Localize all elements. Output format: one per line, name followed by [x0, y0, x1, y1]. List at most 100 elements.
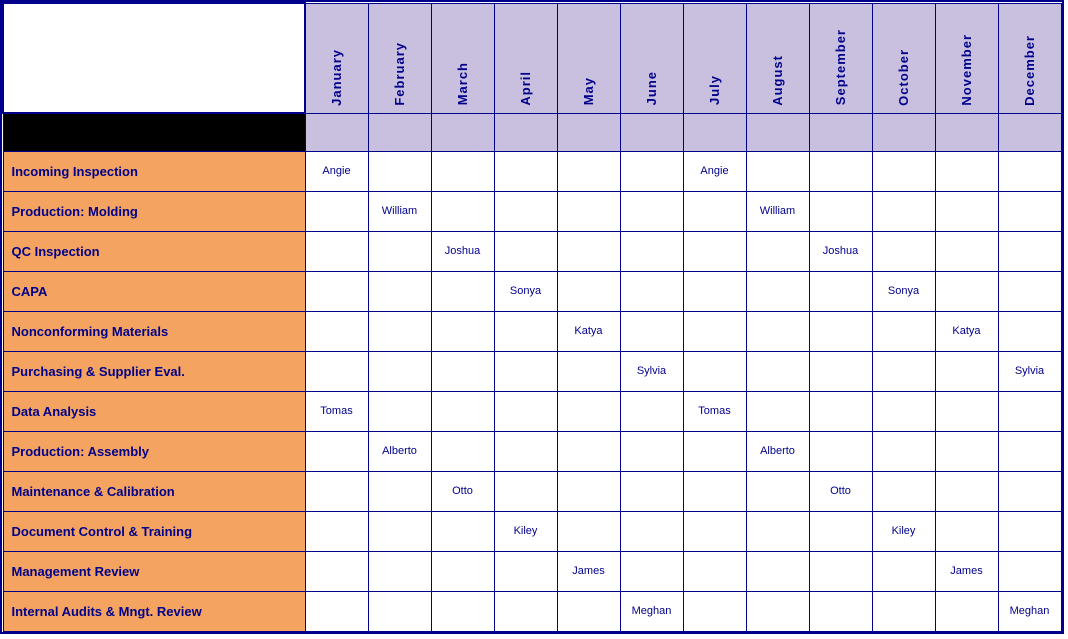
data-cell [305, 551, 368, 591]
data-cell [368, 591, 431, 631]
process-row: Production: Molding William William [3, 191, 1061, 231]
process-label-cell: Data Analysis [3, 391, 305, 431]
data-cell [431, 551, 494, 591]
data-cell [809, 551, 872, 591]
process-header-month-january [305, 113, 368, 151]
data-cell [557, 511, 620, 551]
process-label-cell: Production: Molding [3, 191, 305, 231]
data-cell [809, 391, 872, 431]
data-cell [305, 191, 368, 231]
month-header-march: March [431, 3, 494, 113]
data-cell: William [368, 191, 431, 231]
process-header-month-november [935, 113, 998, 151]
data-cell [935, 591, 998, 631]
data-cell [431, 311, 494, 351]
data-cell [431, 351, 494, 391]
data-cell [494, 151, 557, 191]
process-row: QC InspectionJoshuaJoshua [3, 231, 1061, 271]
process-row: Data AnalysisTomasTomas [3, 391, 1061, 431]
data-cell [872, 191, 935, 231]
data-cell: Alberto [368, 431, 431, 471]
data-cell [683, 471, 746, 511]
process-label-cell: Internal Audits & Mngt. Review [3, 591, 305, 631]
process-header-cell [3, 113, 305, 151]
data-cell [935, 471, 998, 511]
data-cell [683, 311, 746, 351]
schedule-table: JanuaryFebruaryMarchAprilMayJuneJulyAugu… [2, 2, 1062, 632]
process-label-cell: CAPA [3, 271, 305, 311]
data-cell [683, 231, 746, 271]
data-cell [494, 391, 557, 431]
data-cell [746, 471, 809, 511]
data-cell [746, 271, 809, 311]
data-cell: Otto [431, 471, 494, 511]
data-cell [368, 551, 431, 591]
data-cell [431, 271, 494, 311]
process-row: Purchasing & Supplier Eval.SylviaSylvia [3, 351, 1061, 391]
data-cell [809, 271, 872, 311]
data-cell [305, 271, 368, 311]
data-cell [494, 471, 557, 511]
data-cell [368, 271, 431, 311]
data-cell [431, 511, 494, 551]
data-cell: Katya [935, 311, 998, 351]
data-cell [557, 431, 620, 471]
data-cell: Sonya [494, 271, 557, 311]
data-cell [872, 431, 935, 471]
data-cell [872, 231, 935, 271]
data-cell [557, 191, 620, 231]
data-cell [620, 431, 683, 471]
process-label-cell: Nonconforming Materials [3, 311, 305, 351]
data-cell [746, 311, 809, 351]
data-cell [746, 551, 809, 591]
data-cell [557, 151, 620, 191]
data-cell [557, 231, 620, 271]
data-cell [746, 511, 809, 551]
data-cell: Kiley [494, 511, 557, 551]
month-header-june: June [620, 3, 683, 113]
data-cell [368, 151, 431, 191]
data-cell [305, 431, 368, 471]
data-cell [872, 591, 935, 631]
data-cell [809, 191, 872, 231]
data-cell [998, 151, 1061, 191]
data-cell: William [746, 191, 809, 231]
month-header-january: January [305, 3, 368, 113]
data-cell [305, 351, 368, 391]
data-cell [935, 151, 998, 191]
data-cell [494, 311, 557, 351]
data-cell [620, 551, 683, 591]
data-cell [998, 391, 1061, 431]
data-cell [494, 351, 557, 391]
data-cell: Alberto [746, 431, 809, 471]
month-header-may: May [557, 3, 620, 113]
data-cell [620, 391, 683, 431]
process-label-cell: Incoming Inspection [3, 151, 305, 191]
data-cell [368, 351, 431, 391]
data-cell [620, 471, 683, 511]
data-cell: Meghan [620, 591, 683, 631]
data-cell [809, 351, 872, 391]
data-cell: James [935, 551, 998, 591]
process-header-month-october [872, 113, 935, 151]
data-cell [935, 351, 998, 391]
data-cell [872, 551, 935, 591]
month-header-october: October [872, 3, 935, 113]
data-cell: Joshua [809, 231, 872, 271]
data-cell [809, 431, 872, 471]
process-row: Document Control & TrainingKileyKiley [3, 511, 1061, 551]
data-cell [746, 231, 809, 271]
process-label-cell: Production: Assembly [3, 431, 305, 471]
data-cell [872, 351, 935, 391]
data-cell [368, 471, 431, 511]
data-cell [809, 151, 872, 191]
data-cell [620, 231, 683, 271]
process-header-month-march [431, 113, 494, 151]
data-cell [683, 271, 746, 311]
month-header-april: April [494, 3, 557, 113]
corner-cell [3, 3, 305, 113]
data-cell [557, 391, 620, 431]
data-cell: Joshua [431, 231, 494, 271]
process-header-row [3, 113, 1061, 151]
schedule-table-wrapper: JanuaryFebruaryMarchAprilMayJuneJulyAugu… [0, 0, 1064, 634]
